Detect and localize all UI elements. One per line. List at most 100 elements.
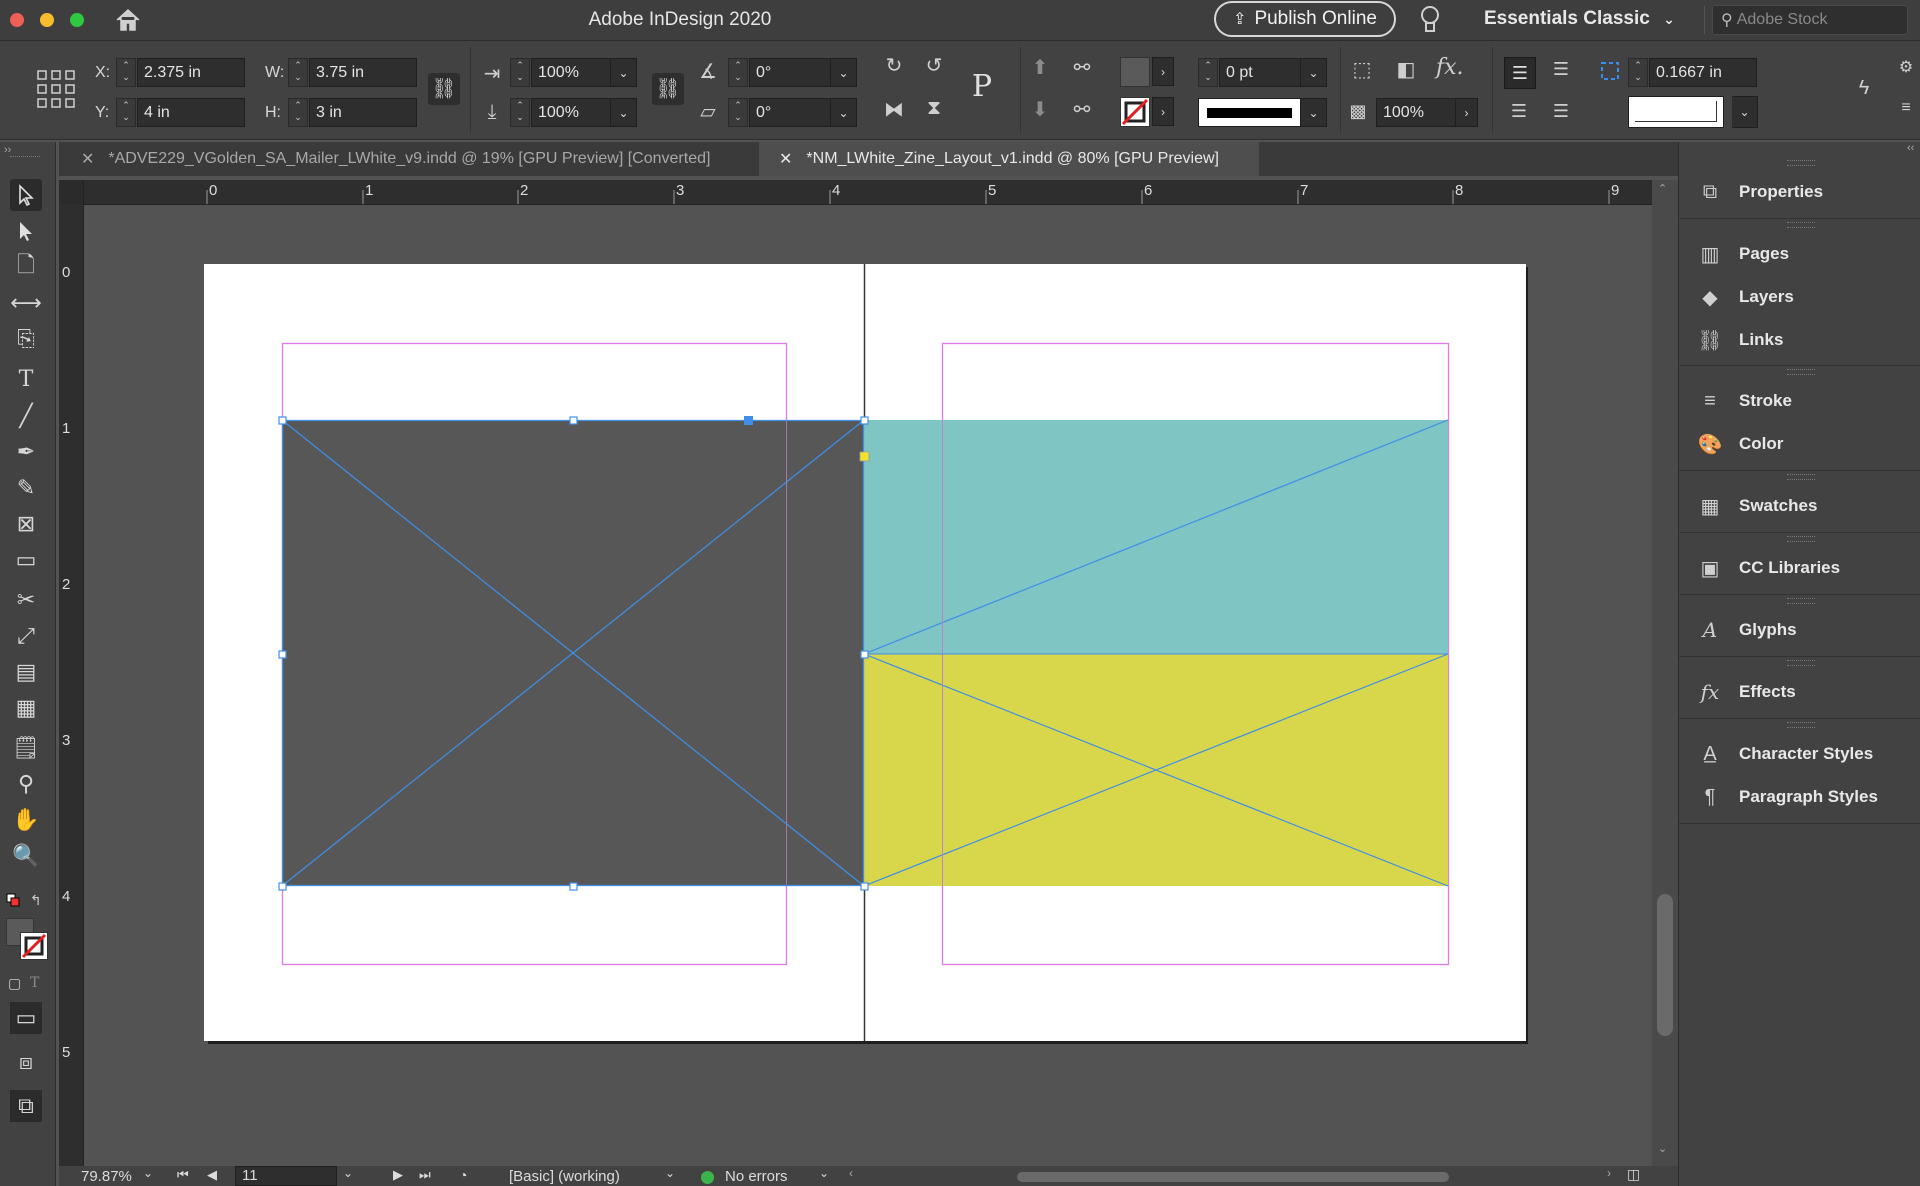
- panel-group-grip[interactable]: [1787, 474, 1815, 480]
- align-top-icon[interactable]: ☰: [1504, 57, 1536, 89]
- panel-group-grip[interactable]: [1787, 536, 1815, 542]
- selection-tool-icon[interactable]: [10, 179, 42, 211]
- lightbulb-icon[interactable]: [1418, 4, 1442, 36]
- opacity-arrow[interactable]: ›: [1456, 98, 1478, 127]
- panel-links[interactable]: ⛓ Links: [1679, 319, 1920, 361]
- reference-point-icon[interactable]: [36, 69, 76, 109]
- panel-cc-libraries[interactable]: ▣ CC Libraries: [1679, 547, 1920, 589]
- note-tool-icon[interactable]: 🗒: [10, 732, 42, 764]
- gap-tool-icon[interactable]: ⟷: [10, 287, 42, 319]
- scale-x-field[interactable]: 100%: [531, 58, 611, 87]
- scissors-tool-icon[interactable]: ✂: [10, 584, 42, 616]
- direct-selection-tool-icon[interactable]: [10, 215, 42, 247]
- gradient-swatch-tool-icon[interactable]: ▤: [10, 656, 42, 688]
- vertical-ruler[interactable]: 0 1 2 3 4 5: [59, 204, 84, 1170]
- first-page-icon[interactable]: ⏮: [177, 1167, 189, 1183]
- scroll-up-icon[interactable]: ⌃: [1658, 182, 1667, 195]
- default-fill-stroke-icon[interactable]: [6, 893, 20, 907]
- reference-p-icon[interactable]: P: [960, 65, 1004, 109]
- shear-field[interactable]: 0°: [749, 98, 831, 127]
- rotate-counterclockwise-icon[interactable]: ↺: [920, 53, 948, 78]
- fill-menu-arrow[interactable]: ›: [1152, 57, 1174, 86]
- fill-swatch[interactable]: [1120, 57, 1150, 87]
- eyedropper-tool-icon[interactable]: ⚲: [10, 768, 42, 800]
- flip-horizontal-icon[interactable]: ⧓: [880, 97, 908, 122]
- panel-group-grip[interactable]: [1787, 369, 1815, 375]
- select-content-icon[interactable]: ⬇: [1028, 97, 1052, 122]
- chevron-down-icon[interactable]: ⌄: [819, 1166, 829, 1180]
- rectangle-tool-icon[interactable]: ▭: [10, 544, 42, 576]
- last-page-icon[interactable]: ⏭: [419, 1167, 431, 1183]
- shear-dropdown[interactable]: ⌄: [831, 98, 857, 127]
- open-document-icon[interactable]: ◔: [459, 1167, 467, 1183]
- h-field[interactable]: 3 in: [309, 98, 417, 127]
- fx-effects-icon[interactable]: fx.: [1436, 55, 1470, 80]
- close-icon[interactable]: ✕: [779, 149, 792, 169]
- panel-group-grip[interactable]: [1787, 598, 1815, 604]
- horizontal-scroll-thumb[interactable]: [1017, 1172, 1449, 1182]
- publish-online-button[interactable]: ⇪ Publish Online: [1214, 1, 1396, 37]
- panel-character-styles[interactable]: A̲ Character Styles: [1679, 733, 1920, 775]
- object-style-preview[interactable]: [1628, 96, 1724, 128]
- w-stepper[interactable]: ⌃ ⌄: [288, 58, 308, 87]
- rotate-dropdown[interactable]: ⌄: [831, 58, 857, 87]
- scale-y-stepper[interactable]: ⌃ ⌄: [510, 98, 530, 127]
- y-field[interactable]: 4 in: [137, 98, 245, 127]
- view-mode-icon[interactable]: ⧉: [10, 1090, 42, 1122]
- free-transform-tool-icon[interactable]: ⤢: [10, 620, 42, 652]
- drop-shadow-icon[interactable]: ◧: [1392, 57, 1420, 82]
- selection-handle[interactable]: [569, 882, 578, 891]
- selection-handle[interactable]: [860, 650, 869, 659]
- selection-handle[interactable]: [278, 416, 287, 425]
- stroke-menu-arrow[interactable]: ›: [1152, 97, 1174, 126]
- opacity-field[interactable]: 100%: [1376, 98, 1456, 127]
- scroll-left-icon[interactable]: ‹: [849, 1166, 853, 1180]
- gradient-feather-tool-icon[interactable]: ▦: [10, 692, 42, 724]
- stroke-swatch[interactable]: [1120, 97, 1150, 127]
- h-stepper[interactable]: ⌃ ⌄: [288, 98, 308, 127]
- rotate-field[interactable]: 0°: [749, 58, 831, 87]
- horizontal-ruler[interactable]: 0 1 2 3 4 5 6 7 8 9: [59, 180, 1652, 205]
- panel-pages[interactable]: ▥ Pages: [1679, 233, 1920, 275]
- collapse-dock-icon[interactable]: ‹‹: [1907, 142, 1914, 154]
- scale-y-field[interactable]: 100%: [531, 98, 611, 127]
- workspace-switcher[interactable]: Essentials Classic ⌄: [1484, 8, 1675, 30]
- selection-handle[interactable]: [860, 882, 869, 891]
- object-style-dropdown[interactable]: ⌄: [1732, 96, 1758, 128]
- select-container-icon[interactable]: ⬆: [1028, 55, 1052, 80]
- rotate-stepper[interactable]: ⌃ ⌄: [728, 58, 748, 87]
- panel-stroke[interactable]: ≡ Stroke: [1679, 380, 1920, 422]
- align-center-icon[interactable]: ☰: [1546, 59, 1576, 80]
- content-collector-icon[interactable]: ⎘: [10, 323, 42, 355]
- scale-y-dropdown[interactable]: ⌄: [611, 98, 637, 127]
- panel-glyphs[interactable]: A Glyphs: [1679, 609, 1920, 651]
- panel-group-grip[interactable]: [1787, 160, 1815, 166]
- previous-page-icon[interactable]: ◀: [207, 1167, 217, 1183]
- selection-handle[interactable]: [278, 650, 287, 659]
- flip-vertical-icon[interactable]: ⧗: [920, 97, 948, 120]
- constrain-proportions-link-icon[interactable]: ⛓: [428, 73, 460, 105]
- select-previous-icon[interactable]: ⚯: [1068, 55, 1096, 80]
- apply-color-icon[interactable]: ▭: [10, 1002, 42, 1034]
- rectangle-frame-tool-icon[interactable]: ⊠: [10, 508, 42, 540]
- auto-fit-icon[interactable]: [1598, 59, 1622, 83]
- panel-group-grip[interactable]: [1787, 222, 1815, 228]
- zoom-level[interactable]: 79.87%: [81, 1168, 132, 1185]
- stroke-weight-dropdown[interactable]: ⌄: [1301, 58, 1327, 87]
- panel-color[interactable]: 🎨 Color: [1679, 423, 1920, 465]
- swap-fill-stroke-icon[interactable]: ↰: [30, 892, 42, 909]
- screen-mode-icon[interactable]: ⧈: [10, 1046, 42, 1078]
- scroll-down-icon[interactable]: ⌄: [1658, 1142, 1667, 1155]
- stroke-box[interactable]: [20, 932, 48, 960]
- stroke-type-dropdown[interactable]: ⌄: [1301, 98, 1327, 127]
- formatting-text-icon[interactable]: T: [30, 975, 39, 991]
- select-next-icon[interactable]: ⚯: [1068, 97, 1096, 122]
- split-layout-icon[interactable]: ◫: [1627, 1166, 1640, 1183]
- rotate-clockwise-icon[interactable]: ↻: [880, 53, 908, 78]
- constrain-scale-link-icon[interactable]: ⛓: [652, 73, 684, 105]
- tab-document-2[interactable]: ✕ *NM_LWhite_Zine_Layout_v1.indd @ 80% […: [759, 142, 1259, 176]
- frame-fitting-icon[interactable]: ⬚: [1348, 57, 1376, 82]
- type-tool-icon[interactable]: T: [10, 363, 42, 395]
- offset-stepper[interactable]: ⌃ ⌄: [1628, 58, 1648, 87]
- collapse-toolbox-icon[interactable]: ››: [4, 144, 11, 156]
